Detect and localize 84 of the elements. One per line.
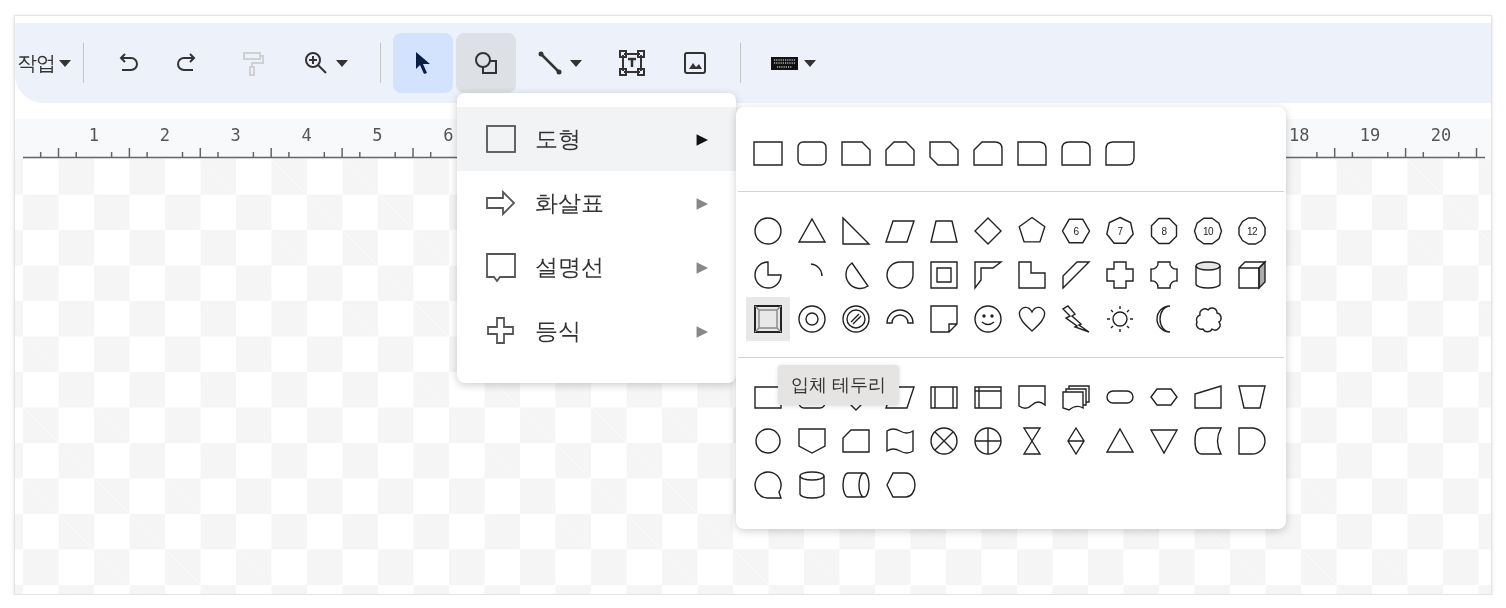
- half-frame-icon: [972, 259, 1004, 291]
- arc-icon: [809, 263, 823, 277]
- decagon-icon: [1192, 215, 1224, 247]
- speech-bubble-icon: [485, 251, 517, 283]
- text-box-icon: [618, 49, 646, 77]
- cube-icon: [1236, 259, 1268, 291]
- shape-number: 6: [1073, 225, 1079, 237]
- shape-option[interactable]: 10: [1186, 209, 1230, 253]
- plaque-icon: [1148, 259, 1180, 291]
- right-triangle-icon: [840, 215, 872, 247]
- shape-option[interactable]: 7: [1098, 209, 1142, 253]
- image-icon: [681, 49, 709, 77]
- circle-plus-icon: [972, 425, 1004, 457]
- menu-item[interactable]: 도형 ▶: [457, 107, 736, 171]
- select-tool-button[interactable]: [393, 33, 453, 93]
- cylinder-icon: [796, 469, 828, 501]
- display-icon: [884, 469, 916, 501]
- octagon-icon: [1148, 215, 1180, 247]
- shape-option[interactable]: 8: [1142, 209, 1186, 253]
- menu-item-label: 화살표: [535, 188, 605, 218]
- ruler-number: 2: [159, 125, 170, 145]
- plus-icon: [485, 315, 517, 347]
- menu-item-label: 도형: [535, 124, 582, 154]
- wave-icon: [884, 425, 916, 457]
- sequential-storage-icon: [752, 469, 784, 501]
- sun-icon: [1104, 303, 1136, 335]
- donut-icon: [796, 303, 828, 335]
- ruler-number: 1: [88, 125, 99, 145]
- menu-item-label: 설명선: [535, 252, 605, 282]
- tooltip: 입체 테두리: [778, 365, 899, 405]
- shape-number: 12: [1246, 225, 1258, 237]
- caret-icon: [336, 59, 348, 67]
- shape-option[interactable]: 12: [1230, 209, 1274, 253]
- ruler-number: 3: [230, 125, 241, 145]
- shape-tool-button[interactable]: [456, 33, 516, 93]
- shape-option[interactable]: [746, 297, 790, 341]
- circle-cross-icon: [928, 425, 960, 457]
- direct-storage-icon: [840, 469, 872, 501]
- ruler-number: 18: [1288, 125, 1310, 145]
- heptagon-icon: [1104, 215, 1136, 247]
- shape-number: 7: [1117, 225, 1123, 237]
- actions-menu[interactable]: 작업: [17, 43, 71, 83]
- menu-item[interactable]: 등식 ▶: [457, 299, 736, 363]
- submenu-arrow: ▶: [696, 130, 708, 148]
- menu-item-label: 등식: [535, 316, 582, 346]
- ruler-number: 6: [443, 125, 454, 145]
- ruler-number: 20: [1430, 125, 1452, 145]
- shape-option[interactable]: 6: [1054, 209, 1098, 253]
- smiley-icon: [972, 303, 1004, 335]
- ruler-number: 5: [372, 125, 383, 145]
- delay-icon: [1236, 425, 1268, 457]
- pie-icon: [752, 259, 784, 291]
- submenu-arrow: ▶: [696, 194, 708, 212]
- menu-item[interactable]: 화살표 ▶: [457, 171, 736, 235]
- diamond-icon: [972, 215, 1004, 247]
- ruler-number: 19: [1359, 125, 1381, 145]
- cross-icon: [1104, 259, 1136, 291]
- ruler-number: 4: [301, 125, 312, 145]
- menu-item[interactable]: 설명선 ▶: [457, 235, 736, 299]
- cylinder-icon: [1192, 259, 1224, 291]
- stored-data-icon: [1192, 425, 1224, 457]
- caret-icon: [804, 59, 816, 67]
- submenu-arrow: ▶: [696, 322, 708, 340]
- shape-number: 8: [1161, 225, 1167, 237]
- submenu-arrow: ▶: [696, 258, 708, 276]
- circle-icon: [752, 425, 784, 457]
- bevel-icon: [752, 303, 784, 335]
- frame-icon: [928, 259, 960, 291]
- folded-corner-icon: [928, 303, 960, 335]
- diagonal-stripe-icon: [1060, 259, 1092, 291]
- pentagon-icon: [796, 425, 828, 457]
- dodecagon-icon: [1236, 215, 1268, 247]
- line-icon: [536, 49, 564, 77]
- circle-icon: [752, 215, 784, 247]
- teardrop-icon: [884, 259, 916, 291]
- no-symbol-icon: [840, 303, 872, 335]
- lightning-icon: [1060, 303, 1092, 335]
- arrow-icon: [485, 187, 517, 219]
- square-icon: [485, 123, 517, 155]
- caret-icon: [570, 59, 582, 67]
- caret-icon: [59, 59, 71, 67]
- shapes-icon: [472, 49, 500, 77]
- l-shape-icon: [1016, 259, 1048, 291]
- shape-number: 10: [1202, 225, 1214, 237]
